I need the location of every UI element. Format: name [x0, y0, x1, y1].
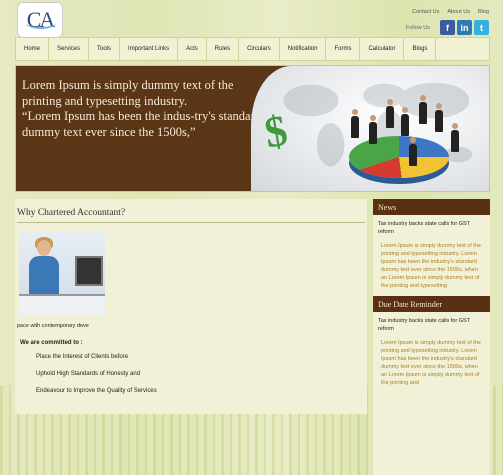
- nav-tools[interactable]: Tools: [89, 38, 121, 60]
- list-item: Place the Interest of Clients before: [36, 354, 129, 360]
- intro-caption: pace with contemporary deve: [17, 323, 89, 329]
- nav-services[interactable]: Services: [49, 38, 90, 60]
- nav-important-links[interactable]: Important Links: [120, 38, 179, 60]
- photo-desk: [19, 294, 105, 316]
- section-title: Why Chartered Accountant?: [17, 208, 126, 218]
- hero-banner: Lorem Ipsum is simply dummy text of the …: [15, 65, 490, 192]
- banner-business-image: $: [251, 66, 489, 191]
- business-person: [401, 107, 409, 136]
- banner-line-1: Lorem Ipsum is simply dummy text of the …: [22, 78, 234, 108]
- nav-forms[interactable]: Forms: [326, 38, 361, 60]
- business-person: [409, 137, 417, 166]
- facebook-icon[interactable]: f: [440, 20, 455, 35]
- nav-home[interactable]: Home: [16, 38, 50, 60]
- nav-rules[interactable]: Rules: [207, 38, 240, 60]
- due-date-item-title[interactable]: Tax industry backs state calls for GST r…: [373, 312, 490, 333]
- follow-us-label: Follow Us: [405, 24, 430, 31]
- nav-blogs[interactable]: Blogs: [404, 38, 437, 60]
- nav-circulars[interactable]: Circulars: [239, 38, 280, 60]
- twitter-icon[interactable]: t: [474, 20, 489, 35]
- sidebar: News Tax industry backs state calls for …: [373, 199, 490, 475]
- nav-notification[interactable]: Notification: [280, 38, 327, 60]
- due-date-item-body: Lorem Ipsum is simply dummy text of the …: [381, 340, 481, 386]
- banner-text: Lorem Ipsum is simply dummy text of the …: [22, 78, 262, 140]
- nav-acts[interactable]: Acts: [178, 38, 207, 60]
- business-person: [419, 95, 427, 124]
- pie-chart-graphic: [349, 136, 449, 178]
- news-item-body: Lorem Ipsum is simply dummy text of the …: [381, 243, 481, 289]
- main-content: Why Chartered Accountant? pace with cont…: [15, 199, 367, 414]
- due-date-header: Due Date Reminder: [373, 296, 490, 312]
- nav-calculator[interactable]: Calculator: [360, 38, 405, 60]
- ca-logo[interactable]: CA: [17, 2, 63, 38]
- photo-head: [37, 240, 51, 256]
- blog-link[interactable]: Blog: [478, 9, 489, 15]
- logo-swoosh: [26, 17, 56, 29]
- top-links: Contact Us About Us Blog: [412, 9, 489, 15]
- business-person: [351, 109, 359, 138]
- business-person: [435, 103, 443, 132]
- news-item-title[interactable]: Tax industry backs state calls for GST r…: [373, 215, 490, 236]
- news-header: News: [373, 199, 490, 215]
- photo-body: [29, 256, 59, 296]
- business-person: [386, 99, 394, 128]
- main-nav: Home Services Tools Important Links Acts…: [15, 37, 490, 61]
- list-item: Endeavour to Improve the Quality of Serv…: [36, 388, 157, 394]
- list-item: Uphold High Standards of Honesty and: [36, 371, 141, 377]
- title-divider: [17, 222, 365, 223]
- follow-us: Follow Us f in t: [406, 20, 489, 35]
- office-woman-photo: [19, 232, 105, 316]
- banner-line-2: “Lorem Ipsum has been the indus-try's st…: [22, 109, 261, 139]
- commitment-list: Place the Interest of Clients before Uph…: [36, 354, 157, 405]
- business-person: [451, 123, 459, 152]
- linkedin-icon[interactable]: in: [457, 20, 472, 35]
- committed-heading: We are committed to :: [20, 340, 83, 346]
- business-person: [369, 115, 377, 144]
- about-us-link[interactable]: About Us: [447, 9, 470, 15]
- contact-us-link[interactable]: Contact Us: [412, 9, 439, 15]
- photo-monitor: [75, 256, 103, 286]
